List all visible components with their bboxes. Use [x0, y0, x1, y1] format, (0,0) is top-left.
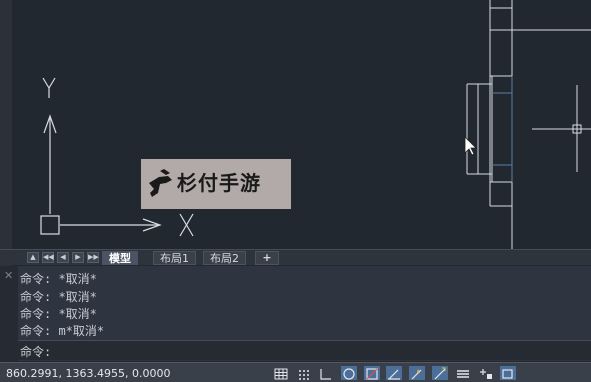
coordinate-readout: 860.2991, 1363.4955, 0.0000 — [6, 367, 171, 380]
hand-logo-icon — [149, 169, 172, 197]
object-snap-icon[interactable] — [364, 366, 380, 380]
status-bar: 860.2991, 1363.4955, 0.0000 — [0, 362, 591, 382]
ortho-mode-icon[interactable] — [318, 366, 334, 380]
drawing-accent-lines — [492, 76, 513, 182]
ucs-icon — [40, 77, 194, 237]
command-history-line: 命令: *取消* — [20, 307, 97, 321]
first-tab-button[interactable]: ◀◀ — [42, 252, 54, 263]
command-history-line: 命令: *取消* — [20, 290, 97, 304]
ucs-origin-box — [40, 215, 60, 235]
prev-tab-button[interactable]: ◀ — [57, 252, 69, 263]
last-tab-button[interactable]: ▶▶ — [87, 252, 99, 263]
command-panel: ✕ 命令: *取消* 命令: *取消* 命令: *取消* 命令: m*取消* 命… — [0, 266, 591, 361]
lineweight-icon[interactable] — [432, 366, 448, 380]
close-icon[interactable]: ✕ — [4, 269, 13, 282]
grid-display-icon[interactable] — [273, 366, 289, 380]
snap-mode-icon[interactable] — [296, 366, 312, 380]
drawing-canvas[interactable] — [12, 0, 591, 250]
dynamic-input-icon[interactable] — [409, 366, 425, 380]
annotation-icon[interactable] — [500, 366, 516, 380]
tab-layout1[interactable]: 布局1 — [153, 251, 196, 265]
command-history-line: 命令: *取消* — [20, 272, 97, 286]
next-tab-button[interactable]: ▶ — [72, 252, 84, 263]
tab-model[interactable]: 模型 — [102, 251, 138, 265]
command-history-line: 命令: m*取消* — [20, 324, 105, 338]
ucs-y-letter-top — [42, 77, 56, 90]
object-snap-tracking-icon[interactable] — [386, 366, 402, 380]
selection-cycling-icon[interactable] — [455, 366, 471, 380]
left-panel-strip — [0, 0, 12, 268]
polar-tracking-icon[interactable] — [341, 366, 357, 380]
transparency-icon[interactable] — [478, 366, 494, 380]
watermark-text: 杉付手游 — [177, 171, 261, 195]
add-layout-button[interactable]: + — [255, 251, 279, 265]
scroll-up-button[interactable]: ▲ — [27, 252, 39, 263]
drawing-svg — [40, 0, 591, 250]
command-prompt: 命令: — [20, 345, 52, 359]
watermark-badge: 杉付手游 — [141, 159, 291, 209]
layout-tab-bar: ▲ ◀◀ ◀ ▶ ▶▶ 模型 布局1 布局2 + — [0, 249, 591, 265]
command-input[interactable]: 命令: — [18, 340, 591, 360]
tab-layout2[interactable]: 布局2 — [203, 251, 246, 265]
drawing-geometry — [466, 0, 591, 250]
cad-application: 杉付手游 ▲ ◀◀ ◀ ▶ ▶▶ 模型 布局1 布局2 + ✕ 命令: *取消*… — [0, 0, 591, 382]
